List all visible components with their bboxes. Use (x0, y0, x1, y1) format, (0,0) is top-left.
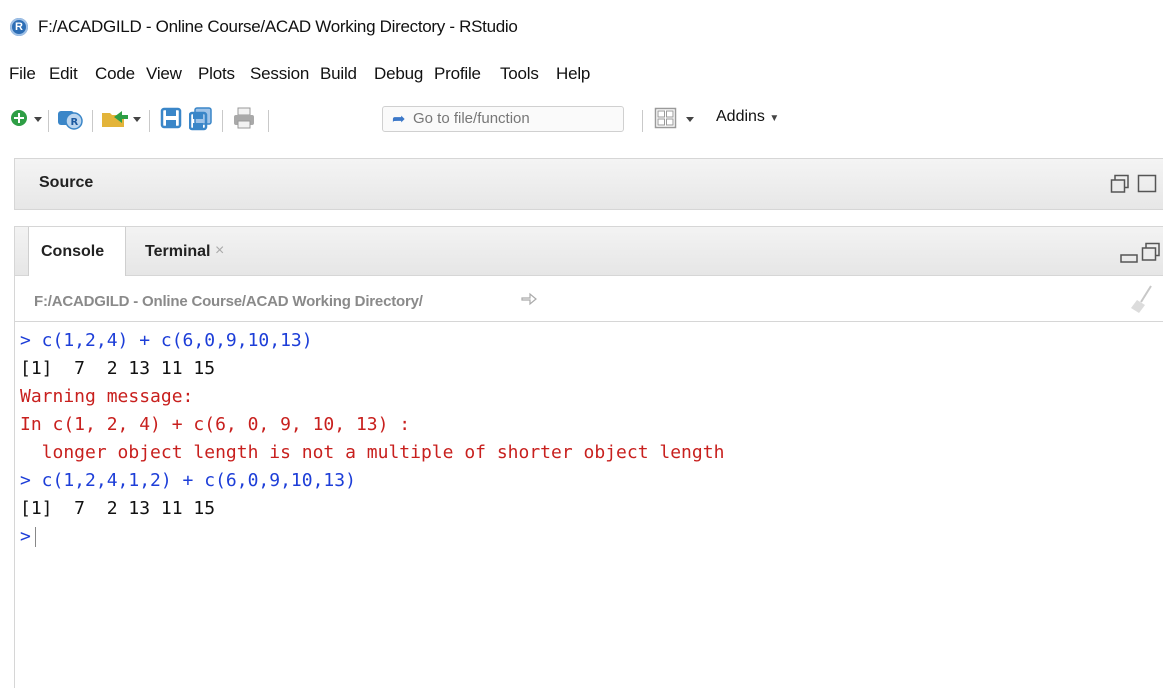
new-project-icon[interactable]: R (56, 107, 84, 131)
menu-code[interactable]: Code (95, 64, 135, 84)
open-file-icon[interactable] (100, 107, 130, 131)
restore-console-pane-icon[interactable] (1141, 242, 1161, 262)
menu-bar: File Edit Code View Plots Session Build … (0, 58, 1163, 92)
console-prompt: > (20, 526, 31, 547)
console-pane: Console Terminal × F:/ACADGILD - Online … (14, 226, 1163, 688)
addins-label: Addins (716, 108, 765, 125)
menu-help[interactable]: Help (556, 64, 590, 84)
toolbar-divider (642, 110, 643, 132)
save-icon[interactable] (160, 107, 182, 129)
tab-console[interactable]: Console (28, 227, 126, 276)
goto-file-placeholder: Go to file/function (413, 110, 530, 127)
toolbar: R ➦ Go to file/function Addins ▼ (0, 98, 1163, 142)
rstudio-logo-icon: R (10, 18, 28, 36)
goto-file-input[interactable]: ➦ Go to file/function (382, 106, 624, 132)
console-line: In c(1, 2, 4) + c(6, 0, 9, 10, 13) : (20, 414, 411, 435)
title-bar: R F:/ACADGILD - Online Course/ACAD Worki… (0, 0, 1163, 58)
toolbar-divider (48, 110, 49, 132)
tab-console-label: Console (41, 243, 105, 260)
clear-console-broom-icon[interactable] (1129, 284, 1155, 314)
text-cursor (34, 527, 36, 547)
console-prompt-line[interactable]: > (20, 526, 36, 547)
menu-session[interactable]: Session (250, 64, 309, 84)
console-line: Warning message: (20, 386, 194, 407)
toolbar-divider (92, 110, 93, 132)
minimize-pane-icon[interactable] (1120, 249, 1138, 263)
open-file-dropdown-icon[interactable] (132, 116, 142, 124)
save-all-icon[interactable] (189, 107, 213, 131)
menu-profile[interactable]: Profile (434, 64, 481, 84)
source-pane: Source (14, 158, 1163, 210)
menu-tools[interactable]: Tools (500, 64, 539, 84)
go-to-directory-icon[interactable] (520, 291, 538, 307)
menu-edit[interactable]: Edit (49, 64, 78, 84)
console-line: [1] 7 2 13 11 15 (20, 358, 216, 379)
restore-pane-icon[interactable] (1110, 174, 1130, 194)
working-directory-path[interactable]: F:/ACADGILD - Online Course/ACAD Working… (34, 293, 423, 310)
console-line: > c(1,2,4) + c(6,0,9,10,13) (20, 330, 313, 351)
toolbar-divider (149, 110, 150, 132)
new-file-icon[interactable] (10, 107, 30, 129)
menu-view[interactable]: View (146, 64, 182, 84)
tab-terminal-label: Terminal (145, 243, 211, 260)
addins-dropdown-icon: ▼ (769, 113, 780, 124)
tab-terminal[interactable]: Terminal × (133, 227, 253, 276)
menu-plots[interactable]: Plots (198, 64, 235, 84)
console-output[interactable]: > c(1,2,4) + c(6,0,9,10,13) [1] 7 2 13 1… (15, 322, 1163, 688)
menu-build[interactable]: Build (320, 64, 357, 84)
close-terminal-icon[interactable]: × (215, 242, 224, 260)
goto-arrow-icon: ➦ (392, 111, 406, 128)
maximize-pane-icon[interactable] (1137, 174, 1157, 194)
pane-layout-icon[interactable] (654, 107, 678, 129)
print-icon[interactable] (232, 107, 256, 129)
working-directory-bar: F:/ACADGILD - Online Course/ACAD Working… (15, 276, 1163, 322)
console-line: longer object length is not a multiple o… (20, 442, 725, 463)
new-file-dropdown-icon[interactable] (33, 116, 43, 124)
console-line: [1] 7 2 13 11 15 (20, 498, 216, 519)
source-pane-title: Source (39, 174, 94, 191)
toolbar-divider (222, 110, 223, 132)
svg-text:R: R (71, 117, 79, 128)
menu-file[interactable]: File (9, 64, 36, 84)
console-line: > c(1,2,4,1,2) + c(6,0,9,10,13) (20, 470, 356, 491)
console-tab-bar: Console Terminal × (15, 226, 1163, 276)
addins-button[interactable]: Addins ▼ (716, 108, 779, 126)
window-title: F:/ACADGILD - Online Course/ACAD Working… (38, 17, 518, 36)
menu-debug[interactable]: Debug (374, 64, 423, 84)
toolbar-divider (268, 110, 269, 132)
pane-layout-dropdown-icon[interactable] (685, 116, 695, 124)
